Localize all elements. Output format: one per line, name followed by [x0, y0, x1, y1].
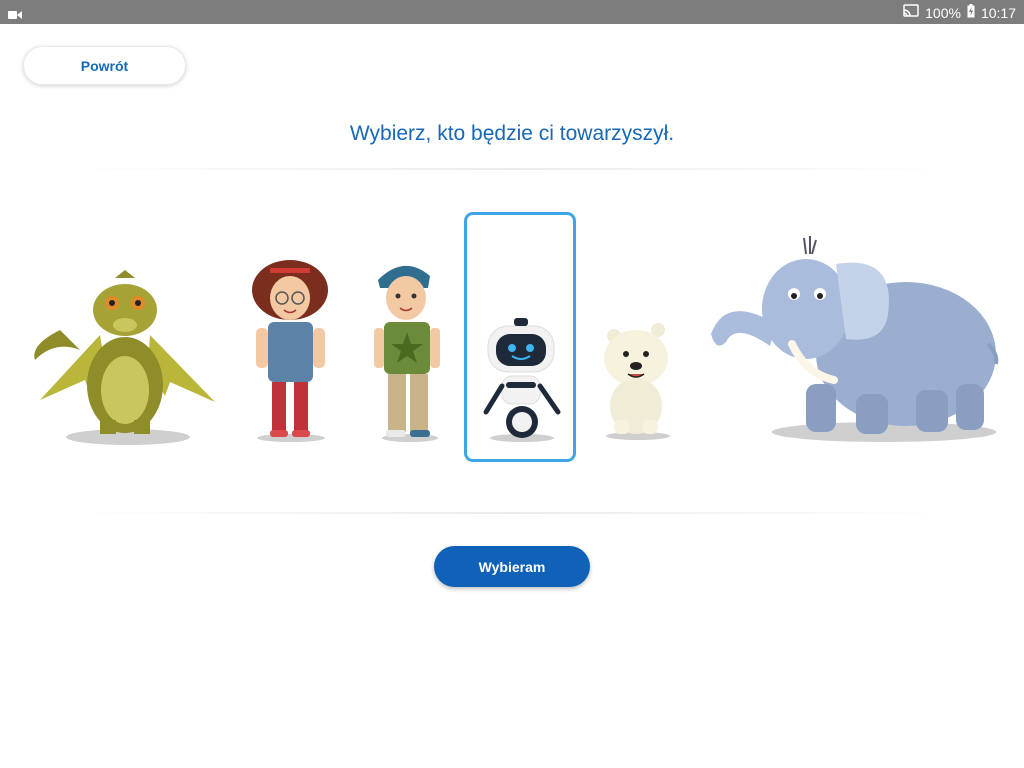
character-robot[interactable] [482, 316, 562, 444]
divider-top [60, 168, 960, 170]
page-title: Wybierz, kto będzie ci towarzyszył. [349, 122, 675, 145]
character-polar-bear[interactable] [600, 320, 676, 442]
polar-bear-icon [604, 323, 670, 440]
character-boy[interactable] [374, 258, 442, 444]
character-dragon[interactable] [30, 270, 220, 450]
choose-button[interactable]: Wybieram [434, 546, 590, 587]
clock: 10:17 [980, 4, 1016, 21]
camera-icon [8, 7, 22, 23]
status-bar: 100% 10:17 [0, 0, 1024, 24]
dragon-icon [34, 270, 215, 445]
girl-icon [252, 260, 328, 442]
boy-icon [374, 265, 440, 442]
back-button[interactable]: Powrót [23, 46, 186, 85]
robot-icon [483, 318, 561, 442]
elephant-icon [711, 236, 999, 442]
cast-icon [903, 4, 919, 21]
divider-bottom [60, 512, 960, 514]
character-elephant[interactable] [706, 234, 1002, 446]
battery-charging-icon [967, 4, 975, 21]
battery-text: 100% [925, 4, 961, 21]
character-girl[interactable] [248, 258, 333, 444]
